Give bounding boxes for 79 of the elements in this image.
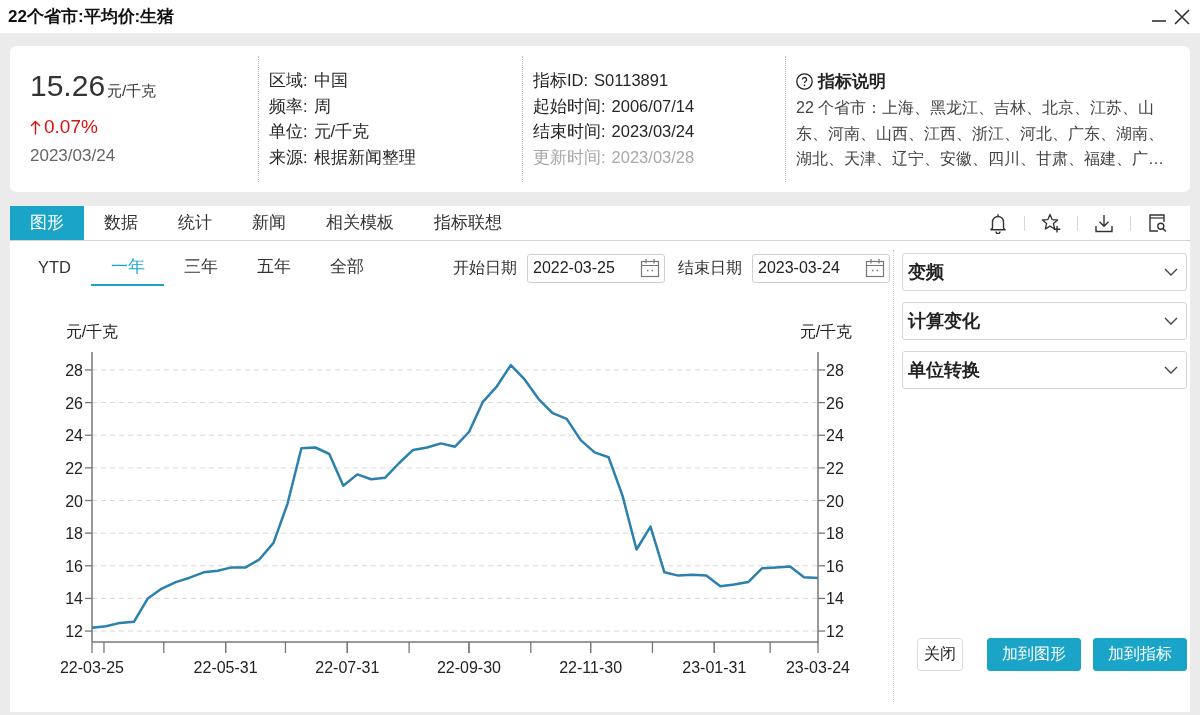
y-tick-label: 16	[826, 557, 844, 575]
chevron-down-icon	[1164, 268, 1178, 276]
y-tick-label: 26	[826, 394, 844, 412]
field-value: 2023/03/28	[611, 147, 695, 169]
x-tick-label: 23-03-24	[786, 659, 850, 676]
section-title: 指标说明	[818, 70, 886, 93]
description-text: 22 个省市：上海、黑龙江、吉林、北京、江苏、山东、河南、山西、江西、浙江、河北、广东、湖南、湖北、天津、辽宁、安徽、四川、甘肃、福建、广…	[796, 98, 1165, 170]
field-value: 2006/07/14	[611, 95, 695, 117]
dropdown[interactable]: 单位转换	[902, 351, 1187, 389]
x-tick-label: 23-01-31	[682, 659, 747, 676]
field-label: 结束日期	[678, 257, 742, 278]
minimize-icon[interactable]	[1152, 19, 1166, 22]
y-axis-title: 元/千克	[800, 323, 853, 340]
dropdown[interactable]: 计算变化	[902, 302, 1187, 340]
field-value: 2023/03/24	[611, 121, 695, 143]
x-tick-label: 22-11-30	[559, 659, 623, 676]
chevron-down-icon	[1164, 366, 1178, 374]
field-value: 中国	[313, 70, 348, 91]
secondary-button[interactable]: 关闭	[917, 638, 963, 671]
tab[interactable]: 新闻	[232, 206, 306, 240]
dropdown[interactable]: 变频	[902, 253, 1187, 291]
chevron-down-icon	[1164, 317, 1178, 325]
y-tick-label: 18	[65, 525, 83, 543]
star-plus-icon[interactable]	[1041, 213, 1061, 233]
calendar-icon[interactable]	[640, 258, 660, 278]
y-tick-label: 12	[826, 623, 844, 641]
document-search-icon[interactable]	[1147, 213, 1167, 233]
x-tick-label: 22-03-25	[60, 659, 124, 676]
date-text: 2023/03/24	[30, 145, 116, 167]
y-tick-label: 16	[65, 557, 83, 575]
change-percent: 0.07%	[44, 116, 98, 138]
tab[interactable]: 相关模板	[306, 206, 414, 240]
field-value: 根据新闻整理	[313, 147, 416, 169]
y-tick-label: 24	[65, 427, 83, 445]
field-value: 周	[313, 95, 331, 117]
field-label: 频率:	[269, 95, 308, 117]
range-tab[interactable]: 全部	[310, 250, 383, 286]
y-tick-label: 12	[65, 623, 83, 641]
range-tab[interactable]: 五年	[237, 250, 310, 286]
y-tick-label: 20	[65, 492, 83, 510]
tab[interactable]: 数据	[84, 206, 158, 240]
y-tick-label: 18	[826, 525, 844, 543]
calendar-icon[interactable]	[865, 258, 885, 278]
range-tab[interactable]: 三年	[164, 250, 237, 286]
y-tick-label: 14	[826, 590, 844, 608]
field-label: 指标ID:	[533, 70, 589, 91]
y-tick-label: 24	[826, 427, 844, 445]
y-tick-label: 14	[65, 590, 83, 608]
tab[interactable]: 指标联想	[414, 206, 522, 240]
price-unit: 元/千克	[107, 81, 157, 101]
close-icon[interactable]	[1174, 8, 1190, 25]
y-tick-label: 26	[65, 394, 83, 412]
tab[interactable]: 统计	[158, 206, 232, 240]
y-tick-label: 28	[826, 361, 844, 379]
field-value: S0113891	[594, 70, 669, 91]
y-tick-label: 22	[65, 459, 83, 477]
x-tick-label: 22-05-31	[193, 659, 258, 676]
x-tick-label: 22-07-31	[315, 659, 380, 676]
field-label: 来源:	[269, 147, 308, 169]
field-label: 单位:	[269, 121, 308, 143]
field-value: 元/千克	[313, 121, 370, 143]
field-label: 起始时间:	[533, 95, 606, 117]
y-tick-label: 20	[826, 492, 844, 510]
date-field[interactable]: 2022-03-25	[527, 253, 665, 283]
window-title: 22个省市:平均价:生猪	[8, 6, 175, 28]
price-value: 15.26	[30, 69, 106, 103]
x-tick-label: 22-09-30	[436, 659, 501, 676]
y-axis-title: 元/千克	[65, 323, 119, 340]
field-label: 区域:	[269, 70, 308, 91]
date-field[interactable]: 2023-03-24	[752, 253, 890, 283]
field-label: 开始日期	[453, 257, 517, 278]
help-icon[interactable]	[796, 72, 813, 90]
field-label: 更新时间:	[533, 147, 606, 169]
y-tick-label: 28	[65, 361, 83, 379]
range-tab[interactable]: YTD	[18, 250, 91, 286]
y-tick-label: 22	[826, 459, 844, 477]
bell-icon[interactable]	[988, 212, 1008, 234]
field-label: 结束时间:	[533, 121, 606, 143]
download-icon[interactable]	[1094, 213, 1114, 233]
